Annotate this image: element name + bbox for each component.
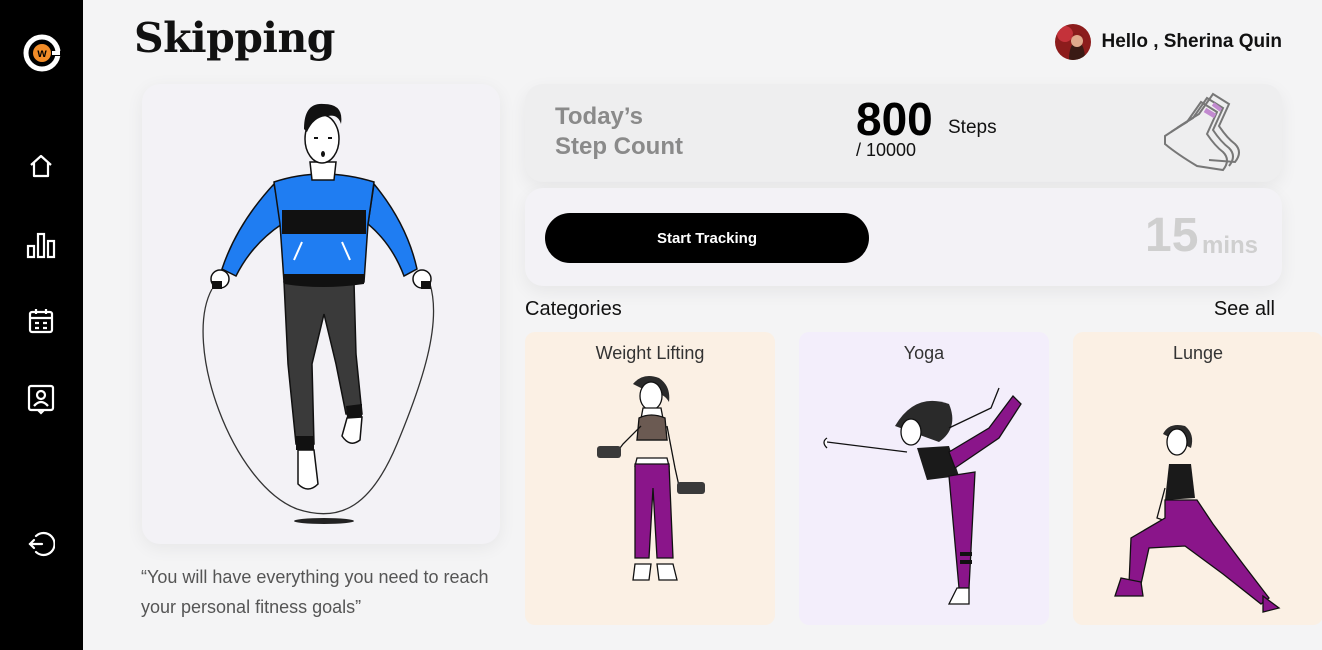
category-label: Yoga — [903, 343, 945, 363]
hero-illustration-card — [142, 84, 500, 544]
page-title: Skipping — [134, 14, 335, 62]
home-icon — [30, 154, 52, 178]
sneaker-icon — [1164, 92, 1240, 172]
category-label: Lunge — [1172, 343, 1224, 363]
start-tracking-button[interactable]: Start Tracking — [545, 213, 869, 263]
step-count-label-line1: Today’s — [555, 103, 644, 130]
step-count-value: 800 — [856, 93, 933, 145]
skipping-man-illustration — [202, 103, 435, 524]
category-card-lunge[interactable]: Lunge — [1073, 332, 1322, 625]
logout-icon — [28, 531, 55, 557]
step-count-label: Today’s Step Count — [555, 102, 683, 162]
categories-title: Categories — [525, 298, 622, 320]
category-card-yoga[interactable]: Yoga — [799, 332, 1049, 625]
app-logo[interactable]: w — [22, 33, 62, 73]
lunge-illustration — [1114, 425, 1281, 613]
step-count-card: Today’s Step Count 800 Steps / 10000 — [525, 84, 1282, 182]
calendar-icon — [28, 309, 54, 334]
step-count-unit: Steps — [948, 117, 997, 138]
sidebar-item-profile[interactable] — [24, 382, 58, 416]
step-count-label-line2: Step Count — [555, 133, 683, 160]
motivational-quote: “You will have everything you need to re… — [141, 567, 489, 617]
sidebar: w — [0, 0, 83, 650]
see-all-link[interactable]: See all — [1214, 298, 1275, 321]
sidebar-item-calendar[interactable] — [24, 304, 58, 338]
duration-unit: mins — [1202, 232, 1259, 259]
step-goal: / 10000 — [856, 140, 917, 160]
sidebar-item-stats[interactable] — [24, 228, 58, 262]
logout-button[interactable] — [24, 527, 58, 561]
avatar[interactable] — [1055, 24, 1092, 60]
weight-lifting-illustration — [597, 376, 705, 581]
bar-chart-icon — [26, 232, 56, 259]
duration-value: 15 — [1145, 209, 1199, 262]
category-card-weight-lifting[interactable]: Weight Lifting — [525, 332, 775, 625]
user-greeting: Hello , Sherina Quin — [1101, 31, 1282, 52]
contact-icon — [27, 384, 55, 415]
yoga-illustration — [823, 387, 1022, 605]
tracking-card: Start Tracking 15 mins — [525, 188, 1282, 286]
user-profile[interactable]: Hello , Sherina Quin — [1055, 24, 1282, 60]
category-label: Weight Lifting — [595, 343, 705, 363]
sidebar-item-home[interactable] — [24, 149, 58, 183]
logo-letter: w — [36, 46, 47, 60]
